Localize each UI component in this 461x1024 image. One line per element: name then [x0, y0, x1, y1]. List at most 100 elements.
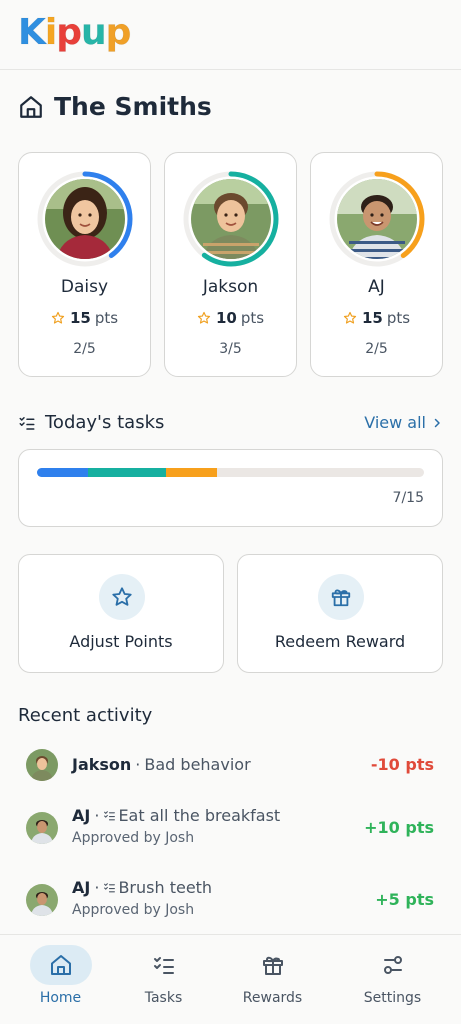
gift-icon	[262, 956, 283, 975]
redeem-reward-label: Redeem Reward	[274, 632, 406, 651]
bottom-nav: Home Tasks Rewards Settings	[0, 934, 461, 1024]
kid-points-unit: pts	[386, 309, 411, 327]
nav-label: Tasks	[144, 990, 183, 1006]
activity-points: +5 pts	[375, 890, 434, 909]
kid-card-aj[interactable]: AJ 15 pts 2/5	[310, 152, 443, 377]
kid-points-value: 15	[69, 309, 91, 327]
star-icon	[51, 311, 65, 324]
kid-card-daisy[interactable]: Daisy 15 pts 2/5	[18, 152, 151, 377]
nav-label: Rewards	[242, 990, 303, 1006]
nav-icon-wrap	[133, 945, 195, 985]
star-icon	[112, 587, 132, 606]
action-icon-circle	[318, 574, 364, 620]
kid-avatar-ring	[183, 171, 279, 267]
logo-letter: p	[56, 12, 83, 54]
kids-list: Daisy 15 pts 2/5 Jakson 10 pts 3/5 AJ 15…	[18, 152, 443, 377]
tasks-icon	[19, 416, 35, 430]
kid-avatar-ring	[329, 171, 425, 267]
home-icon	[20, 95, 42, 118]
kid-points-value: 10	[215, 309, 237, 327]
avatar	[26, 812, 58, 844]
view-all-link[interactable]: View all	[364, 413, 443, 432]
kid-name: Jakson	[202, 277, 259, 297]
chevron-right-icon	[434, 418, 440, 427]
kid-name: Daisy	[60, 277, 109, 297]
kid-points-value: 15	[361, 309, 383, 327]
nav-active-pill	[29, 945, 92, 985]
logo-letter: K	[18, 12, 47, 54]
tasks-progress-text: 7/15	[392, 490, 424, 506]
action-icon-circle	[99, 574, 145, 620]
avatar	[26, 749, 58, 781]
activity-points: +10 pts	[364, 818, 434, 837]
tasks-progress-segment	[37, 468, 89, 477]
activity-item[interactable]: AJ · Brush teeth Approved by Josh +5 pts	[26, 878, 436, 924]
recent-activity-title: Recent activity	[18, 705, 153, 726]
tasks-progress-segment	[88, 468, 166, 477]
kid-points-unit: pts	[240, 309, 265, 327]
kid-name: AJ	[368, 277, 385, 297]
logo-letter: i	[44, 12, 57, 54]
family-title: The Smiths	[54, 92, 212, 121]
redeem-reward-button[interactable]: Redeem Reward	[237, 554, 443, 673]
quick-actions: Adjust Points Redeem Reward	[18, 554, 443, 673]
gift-icon	[331, 589, 351, 607]
activity-text: AJ · Brush teeth	[72, 878, 212, 897]
activity-approval: Approved by Josh	[72, 902, 195, 918]
kid-task-progress: 3/5	[219, 341, 242, 357]
kid-points: 15 pts	[311, 309, 442, 327]
adjust-points-button[interactable]: Adjust Points	[18, 554, 224, 673]
activity-text: AJ · Eat all the breakfast	[72, 806, 280, 825]
activity-description: Bad behavior	[144, 755, 251, 774]
logo-letter: u	[81, 12, 108, 54]
kid-avatar-ring	[37, 171, 133, 267]
kid-points: 15 pts	[19, 309, 150, 327]
activity-approval: Approved by Josh	[72, 830, 195, 846]
tasks-progress-card[interactable]: 7/15	[18, 449, 443, 527]
activity-separator: ·	[94, 806, 100, 825]
kid-task-progress: 2/5	[365, 341, 388, 357]
adjust-points-label: Adjust Points	[69, 632, 173, 651]
kid-points: 10 pts	[165, 309, 296, 327]
nav-label: Home	[39, 990, 82, 1006]
nav-icon-wrap	[242, 945, 304, 985]
nav-item-tasks[interactable]: Tasks	[106, 935, 221, 1024]
tasks-progress-bar	[37, 468, 424, 477]
sliders-icon	[383, 956, 402, 974]
nav-label: Settings	[363, 990, 422, 1006]
nav-item-rewards[interactable]: Rewards	[215, 935, 330, 1024]
app-logo[interactable]: Kipup	[18, 12, 132, 54]
star-icon	[197, 311, 211, 324]
nav-item-settings[interactable]: Settings	[335, 935, 450, 1024]
tasks-icon	[104, 883, 116, 893]
tasks-section-header: Today's tasks View all	[18, 412, 443, 433]
tasks-title-group: Today's tasks	[18, 412, 164, 433]
kid-points-unit: pts	[94, 309, 119, 327]
activity-item[interactable]: AJ · Eat all the breakfast Approved by J…	[26, 806, 436, 852]
activity-kid-name: Jakson	[72, 755, 132, 774]
nav-item-home[interactable]: Home	[3, 935, 118, 1024]
app-header: Kipup	[0, 0, 461, 70]
kid-card-jakson[interactable]: Jakson 10 pts 3/5	[164, 152, 297, 377]
avatar	[45, 179, 125, 259]
star-icon	[343, 311, 357, 324]
tasks-progress-segment	[165, 468, 218, 477]
kid-task-progress: 2/5	[73, 341, 96, 357]
activity-item[interactable]: Jakson · Bad behavior -10 pts	[26, 749, 436, 783]
activity-text: Jakson · Bad behavior	[72, 755, 251, 774]
activity-kid-name: AJ	[72, 806, 91, 825]
tasks-title: Today's tasks	[45, 412, 165, 433]
activity-description: Brush teeth	[118, 878, 213, 897]
home-icon	[50, 955, 71, 975]
activity-separator: ·	[94, 878, 100, 897]
avatar	[26, 884, 58, 916]
nav-icon-wrap	[362, 945, 424, 985]
view-all-label: View all	[364, 413, 426, 432]
avatar	[337, 179, 417, 259]
avatar	[191, 179, 271, 259]
activity-points: -10 pts	[370, 755, 434, 774]
activity-kid-name: AJ	[72, 878, 91, 897]
tasks-icon	[104, 811, 116, 821]
family-header: The Smiths	[18, 92, 212, 121]
tasks-icon	[153, 957, 174, 974]
